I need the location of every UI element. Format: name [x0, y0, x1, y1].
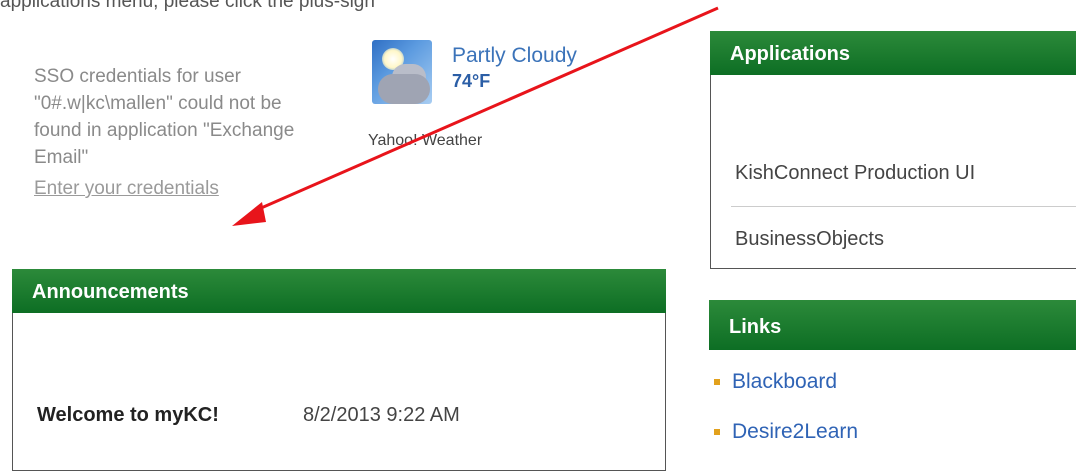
annotation-arrow-line [251, 6, 719, 214]
annotation-arrow-head [232, 202, 266, 226]
annotation-arrow [232, 6, 719, 226]
